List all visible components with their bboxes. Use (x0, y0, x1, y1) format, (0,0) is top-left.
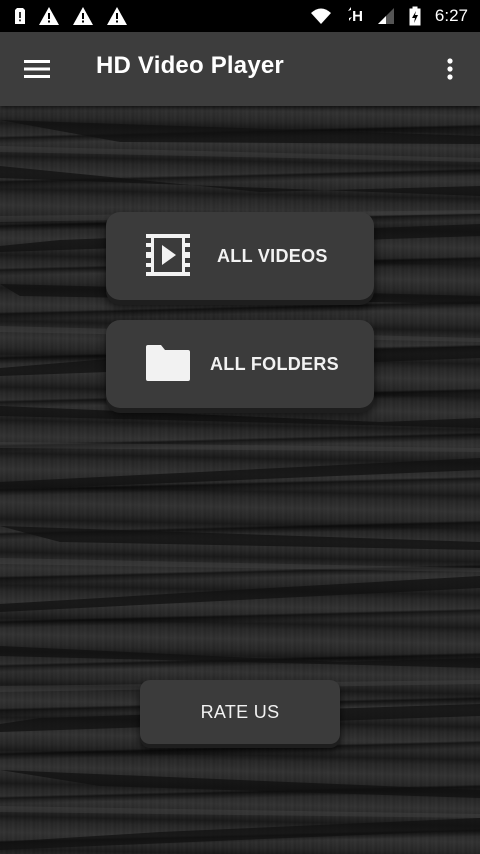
clock: 6:27 (434, 6, 468, 25)
more-vert-icon[interactable] (440, 56, 460, 84)
all-folders-label: ALL FOLDERS (210, 353, 339, 374)
hamburger-menu-icon[interactable] (24, 58, 50, 80)
warning-icon (106, 6, 128, 26)
warning-icon (38, 6, 60, 26)
rate-us-button[interactable]: RATE US (140, 680, 340, 744)
status-bar-right: H 6:27 (310, 0, 468, 32)
video-film-icon (146, 234, 190, 281)
folder-icon (146, 345, 190, 386)
status-bar-left (14, 0, 128, 32)
warning-icon (72, 6, 94, 26)
all-videos-label: ALL VIDEOS (217, 245, 328, 266)
signal-icon (377, 7, 395, 25)
app-title: HD Video Player (96, 52, 284, 79)
app-bar: HD Video Player (0, 32, 480, 106)
all-folders-button[interactable]: ALL FOLDERS (106, 320, 374, 408)
wifi-icon (310, 7, 332, 25)
all-videos-button[interactable]: ALL VIDEOS (106, 212, 374, 300)
data-h-icon: H (346, 6, 363, 26)
network-type-label: H (352, 7, 363, 25)
status-bar: H 6:27 (0, 0, 480, 32)
sim-alert-icon (14, 7, 26, 25)
battery-charging-icon (409, 6, 421, 26)
